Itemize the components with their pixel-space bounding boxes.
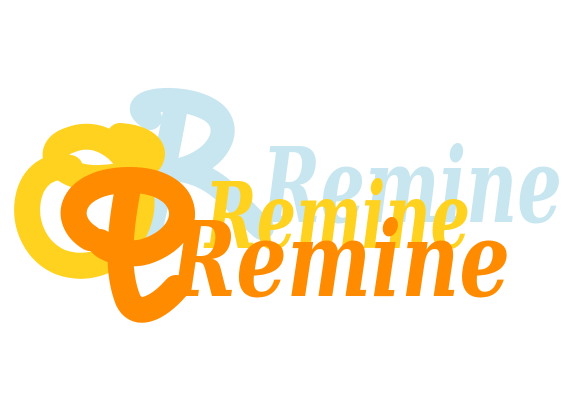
logo-front-text: Remine: [168, 198, 510, 321]
remine-logo: Remine Remine Remine: [14, 87, 562, 323]
logo-stage: Remine Remine Remine: [0, 0, 572, 400]
